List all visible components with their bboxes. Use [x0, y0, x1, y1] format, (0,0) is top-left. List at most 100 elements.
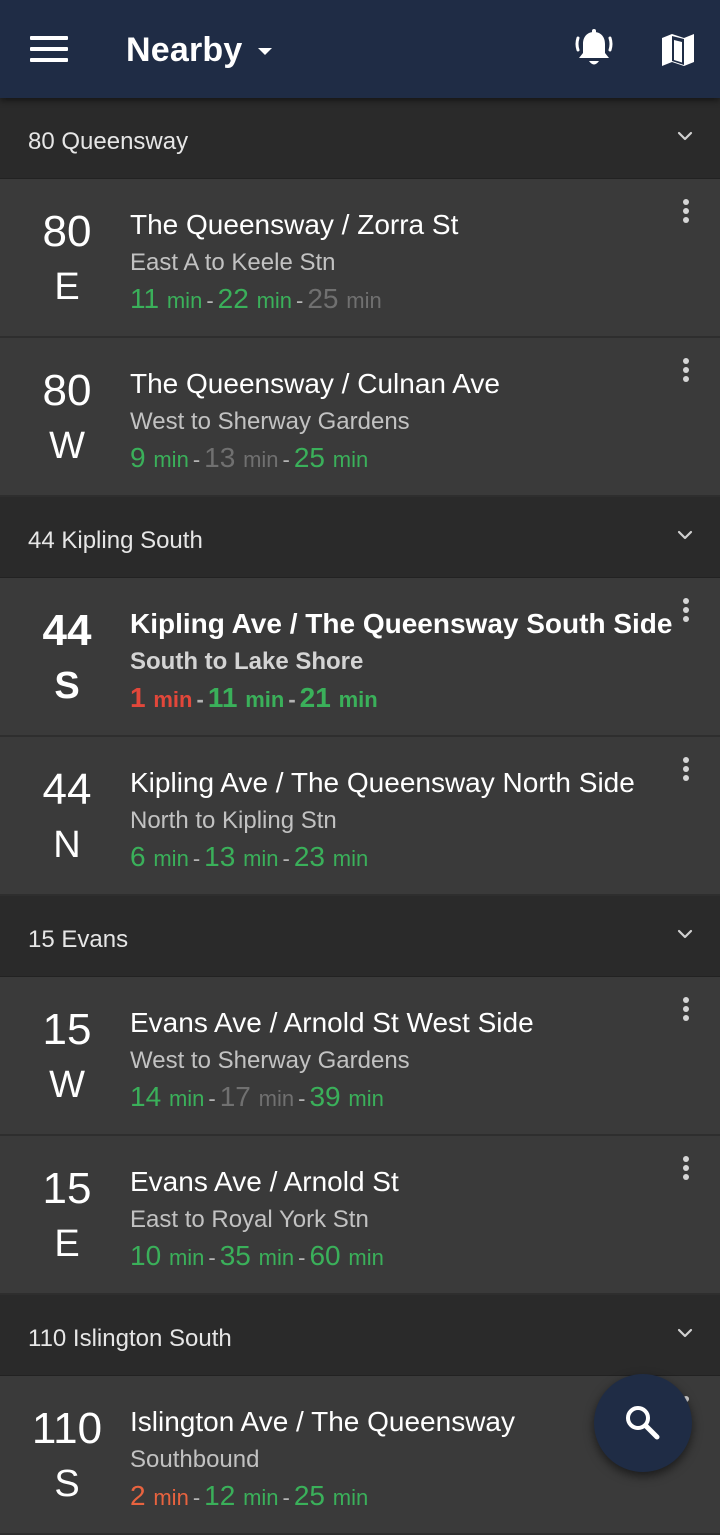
time-separator: -	[282, 1485, 290, 1510]
arrival-minutes: 9	[130, 442, 146, 473]
arrival-time: 10 min	[130, 1240, 204, 1271]
arrival-times: 2 min -12 min -25 min	[130, 1480, 368, 1512]
arrival-unit: min	[245, 687, 285, 712]
arrival-time: 2 min	[130, 1480, 189, 1511]
more-options-icon[interactable]	[678, 997, 694, 1027]
arrival-minutes: 60	[309, 1240, 341, 1271]
dropdown-caret-icon	[258, 47, 273, 55]
arrival-time: 12 min	[204, 1480, 278, 1511]
arrival-time: 25 min	[294, 442, 368, 473]
more-options-icon[interactable]	[678, 199, 694, 229]
arrival-time: 39 min	[309, 1081, 383, 1112]
arrival-time: 11 min	[208, 682, 285, 713]
stop-name: The Queensway / Zorra St	[130, 209, 459, 240]
route-direction: S	[54, 1463, 80, 1505]
stop-name: Evans Ave / Arnold St West Side	[130, 1007, 534, 1038]
menu-icon[interactable]	[30, 36, 68, 64]
nearby-dropdown[interactable]: Nearby	[126, 26, 273, 74]
chevron-down-icon	[677, 530, 693, 540]
arrival-unit: min	[168, 1245, 205, 1270]
stop-row[interactable]: 80 W The Queensway / Culnan Ave West to She…	[0, 338, 720, 497]
time-separator: -	[282, 846, 290, 871]
arrival-unit: min	[153, 1485, 189, 1510]
arrival-unit: min	[153, 846, 189, 871]
stop-row[interactable]: 44 N Kipling Ave / The Queensway North Sid…	[0, 737, 720, 896]
arrival-unit: min	[258, 1086, 295, 1111]
route-group-header[interactable]: 110 Islington South	[0, 1295, 720, 1376]
stop-destination: East A to Keele Stn	[130, 249, 336, 276]
arrival-time: 14 min	[130, 1081, 204, 1112]
stop-row[interactable]: 80 E The Queensway / Zorra St East A to Kee…	[0, 179, 720, 338]
arrival-minutes: 11	[207, 682, 238, 713]
arrival-time: 25 min	[294, 1480, 368, 1511]
arrival-times: 14 min -17 min -39 min	[130, 1081, 384, 1113]
stop-name: Kipling Ave / The Queensway North Side	[130, 767, 635, 798]
route-group-header[interactable]: 44 Kipling South	[0, 497, 720, 578]
arrival-time: 13 min	[204, 442, 278, 473]
arrival-minutes: 25	[307, 283, 339, 314]
more-options-icon[interactable]	[678, 757, 694, 787]
arrival-unit: min	[348, 1245, 384, 1270]
arrival-unit: min	[338, 687, 378, 712]
time-separator: -	[296, 288, 304, 313]
arrival-time: 35 min	[220, 1240, 294, 1271]
arrival-minutes: 22	[217, 283, 249, 314]
bell-icon[interactable]	[574, 28, 614, 70]
more-options-icon[interactable]	[678, 1156, 694, 1186]
arrival-minutes: 12	[204, 1480, 236, 1511]
time-separator: -	[206, 288, 214, 313]
stop-name: Islington Ave / The Queensway	[130, 1406, 515, 1437]
arrival-minutes: 23	[293, 841, 326, 872]
search-button[interactable]	[594, 1374, 692, 1472]
arrival-unit: min	[153, 687, 193, 712]
arrival-minutes: 11	[130, 283, 160, 314]
route-number: 15	[42, 1005, 92, 1054]
route-group-header[interactable]: 15 Evans	[0, 896, 720, 977]
app-bar: Nearby	[0, 0, 720, 98]
time-separator: -	[298, 1245, 306, 1270]
stop-row[interactable]: 15 E Evans Ave / Arnold St East to Royal Yo…	[0, 1136, 720, 1295]
stop-destination: North to Kipling Stn	[130, 807, 337, 834]
arrival-minutes: 13	[204, 442, 236, 473]
route-number: 80	[42, 207, 92, 256]
route-direction: W	[49, 1064, 85, 1106]
stop-destination: Southbound	[130, 1446, 260, 1473]
arrival-time: 23 min	[294, 841, 368, 872]
arrival-unit: min	[258, 1245, 295, 1270]
arrival-time: 11 min	[130, 283, 202, 314]
arrival-unit: min	[243, 846, 279, 871]
chevron-down-icon	[677, 1328, 693, 1338]
route-direction: S	[54, 665, 80, 707]
route-group-title: 15 Evans	[28, 926, 129, 953]
arrival-unit: min	[243, 1485, 279, 1510]
time-separator: -	[192, 1485, 201, 1510]
more-options-icon[interactable]	[678, 598, 694, 628]
stop-destination: West to Sherway Gardens	[130, 408, 410, 435]
arrival-time: 1 min	[130, 682, 192, 713]
arrival-time: 6 min	[130, 841, 189, 872]
route-number: 44	[42, 765, 92, 814]
time-separator: -	[192, 447, 201, 472]
time-separator: -	[192, 846, 201, 871]
arrival-unit: min	[153, 447, 189, 472]
page-title: Nearby	[126, 30, 243, 69]
route-group-header[interactable]: 80 Queensway	[0, 98, 720, 179]
time-separator: -	[208, 1086, 216, 1111]
route-number: 80	[42, 366, 92, 415]
stop-row[interactable]: 15 W Evans Ave / Arnold St West Side West t…	[0, 977, 720, 1136]
stop-name: Evans Ave / Arnold St	[130, 1166, 399, 1197]
arrival-minutes: 2	[130, 1480, 146, 1511]
chevron-down-icon	[677, 131, 693, 141]
arrival-minutes: 13	[204, 841, 236, 872]
arrival-minutes: 39	[309, 1081, 341, 1112]
map-icon[interactable]	[658, 30, 698, 70]
arrival-times: 11 min -22 min -25 min	[130, 283, 382, 315]
more-options-icon[interactable]	[678, 358, 694, 388]
stop-row[interactable]: 44 S Kipling Ave / The Queensway South Sid…	[0, 578, 720, 737]
nearby-stop-list: 80 Queensway 80 E The Queensway / Zorra St E…	[0, 98, 720, 1535]
arrival-time: 25 min	[307, 283, 381, 314]
arrival-unit: min	[332, 1485, 369, 1510]
arrival-minutes: 10	[130, 1240, 162, 1271]
arrival-times: 10 min -35 min -60 min	[130, 1240, 384, 1272]
arrival-times: 9 min -13 min -25 min	[130, 442, 368, 474]
